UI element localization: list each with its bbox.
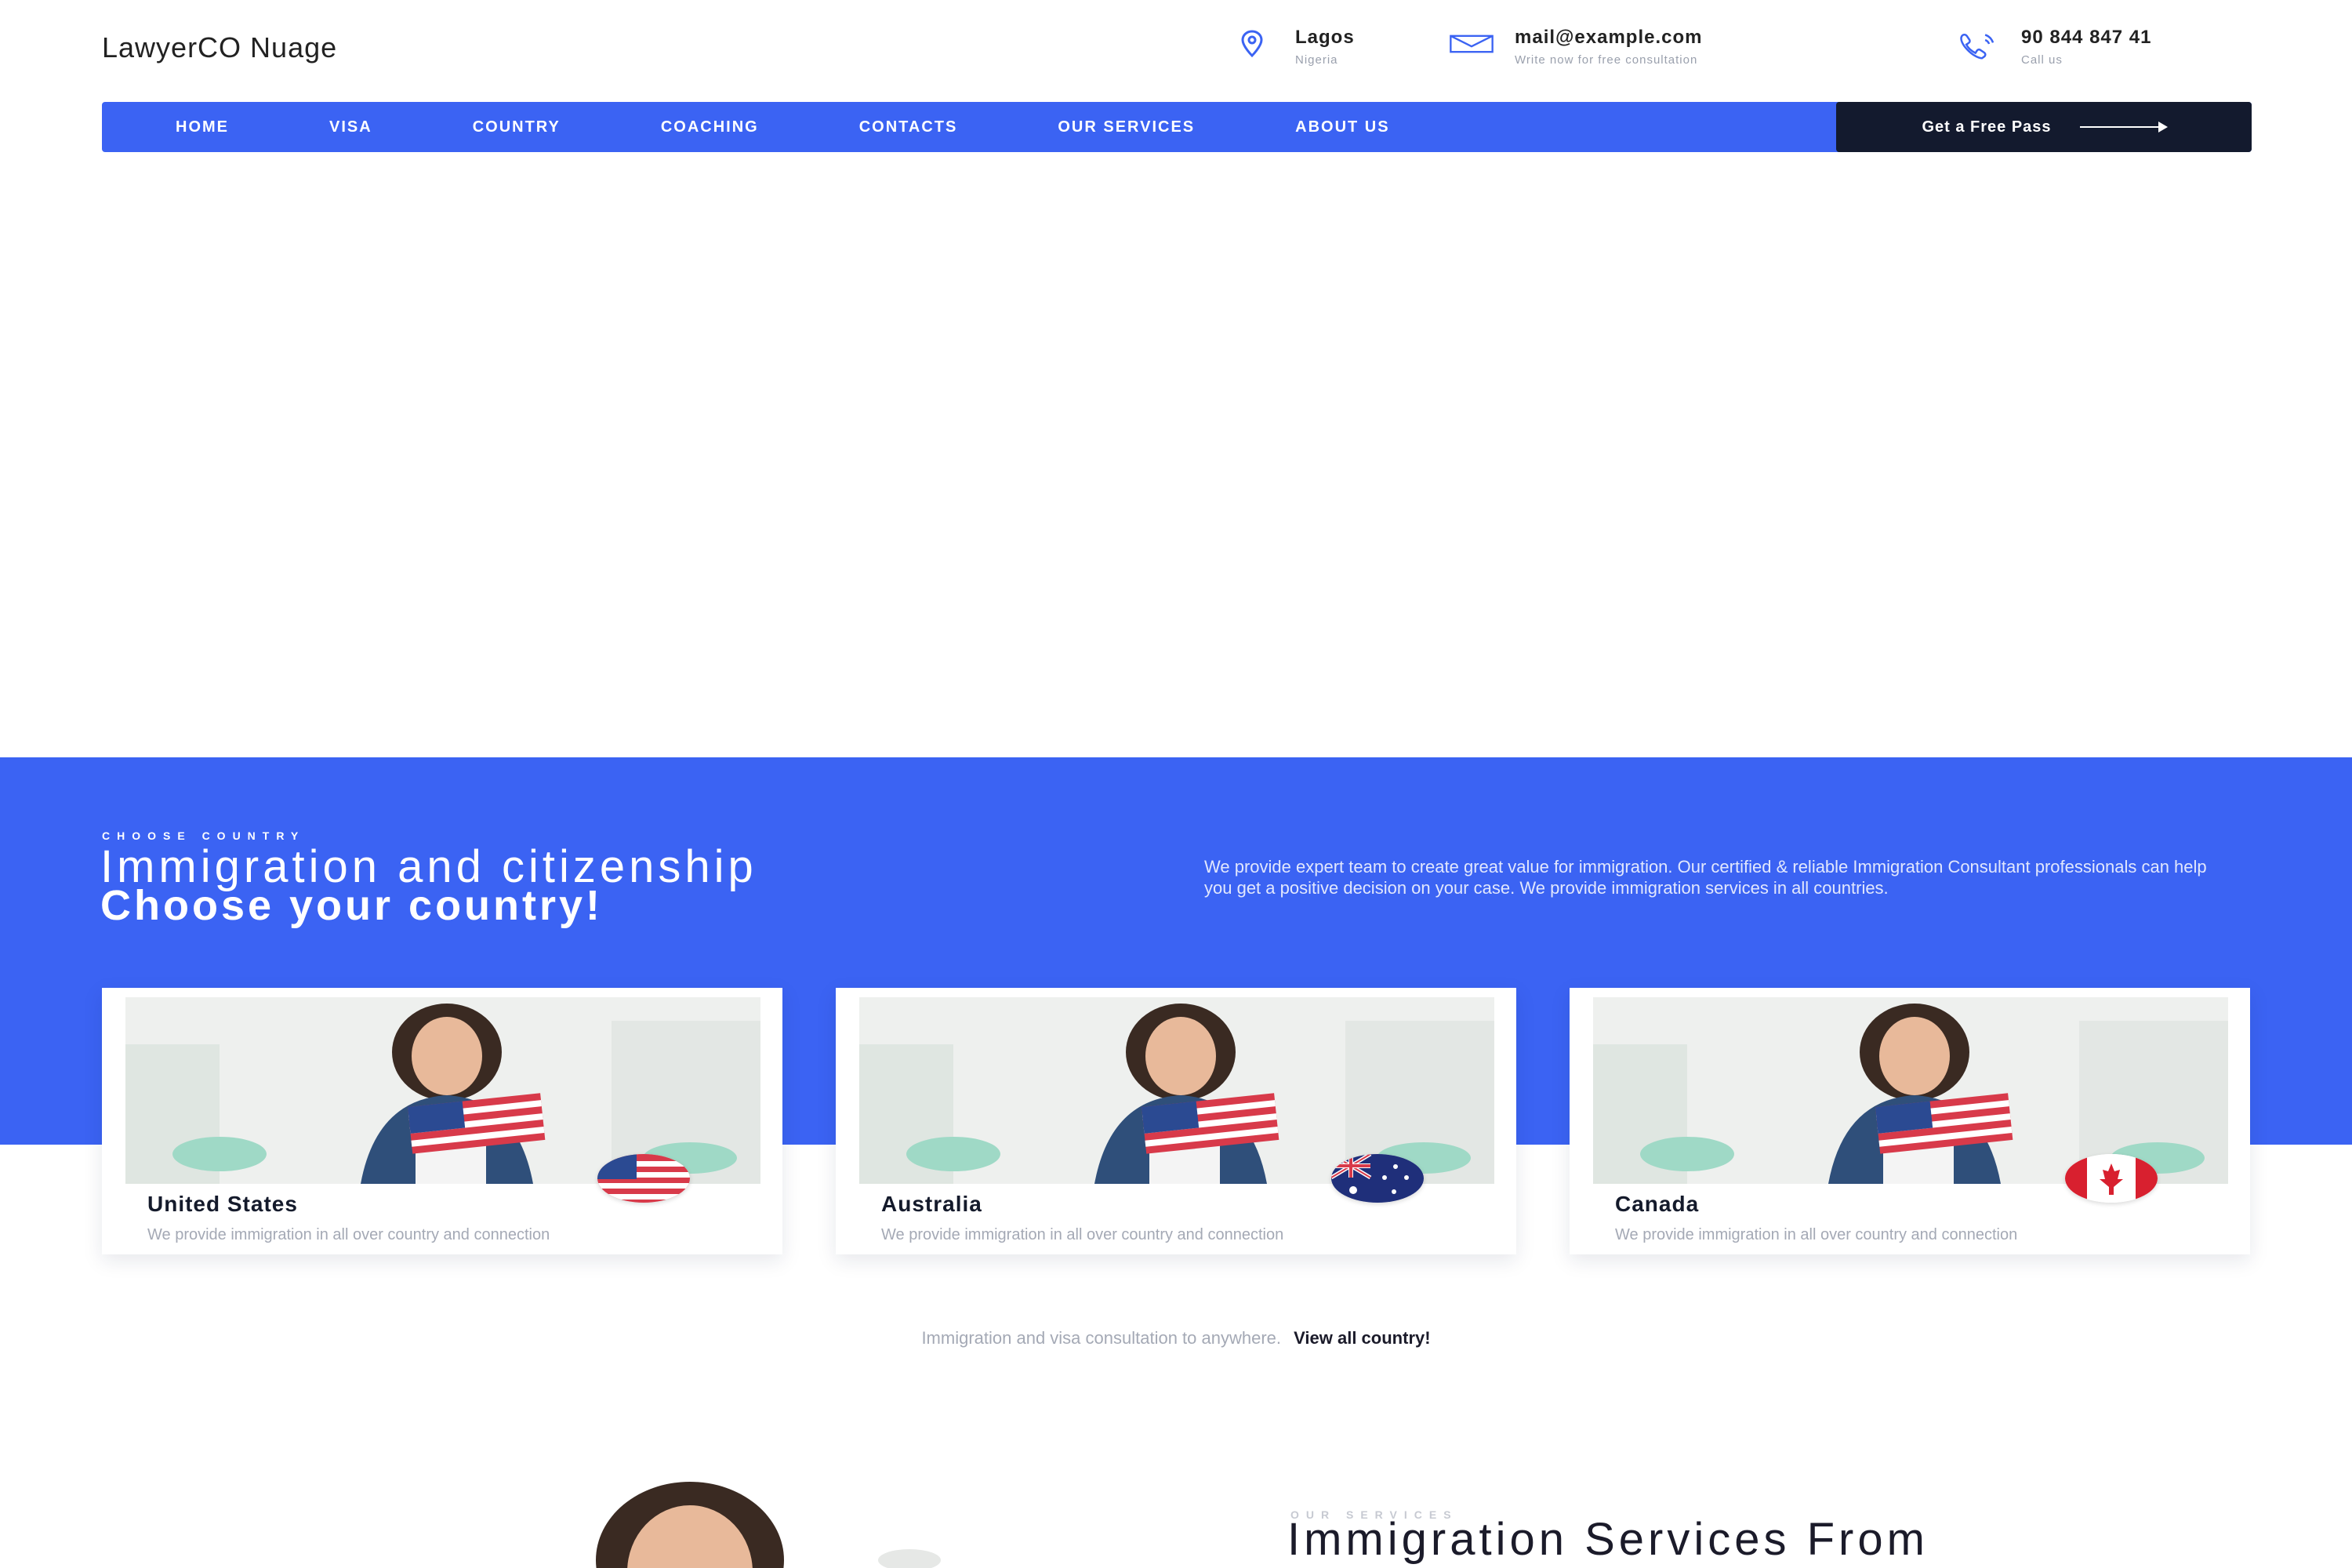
country-card-united-states[interactable]: United States We provide immigration in …: [102, 988, 782, 1254]
free-pass-label: Get a Free Pass: [1922, 118, 2052, 136]
us-flag-icon: [597, 1154, 690, 1203]
services-photo: [517, 1474, 956, 1568]
phone-subtext: Call us: [2021, 53, 2063, 67]
promo-text: Immigration and visa consultation to any…: [921, 1328, 1282, 1348]
email-info: mail@example.com Write now for free cons…: [1449, 27, 1703, 67]
nav-item-country[interactable]: COUNTRY: [473, 118, 561, 136]
nav-item-our-services[interactable]: OUR SERVICES: [1058, 118, 1195, 136]
view-all-promo: Immigration and visa consultation to any…: [0, 1328, 2352, 1348]
country-name: United States: [147, 1192, 298, 1216]
nav-item-home[interactable]: HOME: [176, 118, 229, 136]
envelope-icon: [1449, 27, 1494, 61]
country-photo: [859, 997, 1494, 1184]
country-description: We provide immigration in all over count…: [147, 1226, 550, 1243]
nav-item-coaching[interactable]: COACHING: [661, 118, 759, 136]
country-name: Canada: [1615, 1192, 1700, 1216]
email-subtext: Write now for free consultation: [1515, 53, 1698, 67]
services-title: Immigration Services From: [1287, 1514, 1929, 1565]
main-nav: HOME VISA COUNTRY COACHING CONTACTS OUR …: [102, 102, 2252, 152]
nav-item-visa[interactable]: VISA: [329, 118, 372, 136]
location-text: Lagos: [1295, 27, 1355, 48]
country-name: Australia: [881, 1192, 982, 1216]
location-pin-icon: [1229, 27, 1275, 61]
country-photo: [1593, 997, 2228, 1184]
nav-item-about-us[interactable]: ABOUT US: [1295, 118, 1389, 136]
canada-flag-icon: [2065, 1154, 2158, 1203]
email-link[interactable]: mail@example.com: [1515, 27, 1703, 49]
nav-item-contacts[interactable]: CONTACTS: [859, 118, 958, 136]
country-card-australia[interactable]: Australia We provide immigration in all …: [836, 988, 1516, 1254]
phone-info: 90 844 847 41 Call us: [1955, 27, 2151, 67]
arrow-right-icon: [2079, 122, 2168, 132]
free-pass-button[interactable]: Get a Free Pass: [1836, 102, 2252, 152]
country-description: We provide immigration in all over count…: [881, 1226, 1284, 1243]
country-photo: [125, 997, 760, 1184]
section-intro: We provide expert team to create great v…: [1204, 857, 2207, 898]
phone-link[interactable]: 90 844 847 41: [2021, 27, 2151, 49]
section-title-line2: Choose your country!: [100, 882, 604, 929]
view-all-country-link[interactable]: View all country!: [1294, 1328, 1430, 1348]
country-description: We provide immigration in all over count…: [1615, 1226, 2018, 1243]
brand-logo[interactable]: LawyerCO Nuage: [102, 31, 337, 64]
country-card-canada[interactable]: Canada We provide immigration in all ove…: [1570, 988, 2250, 1254]
location-subtext: Nigeria: [1295, 53, 1338, 67]
phone-icon: [1955, 27, 2001, 61]
location-info: Lagos Nigeria: [1229, 27, 1355, 67]
australia-flag-icon: [1331, 1154, 1424, 1203]
